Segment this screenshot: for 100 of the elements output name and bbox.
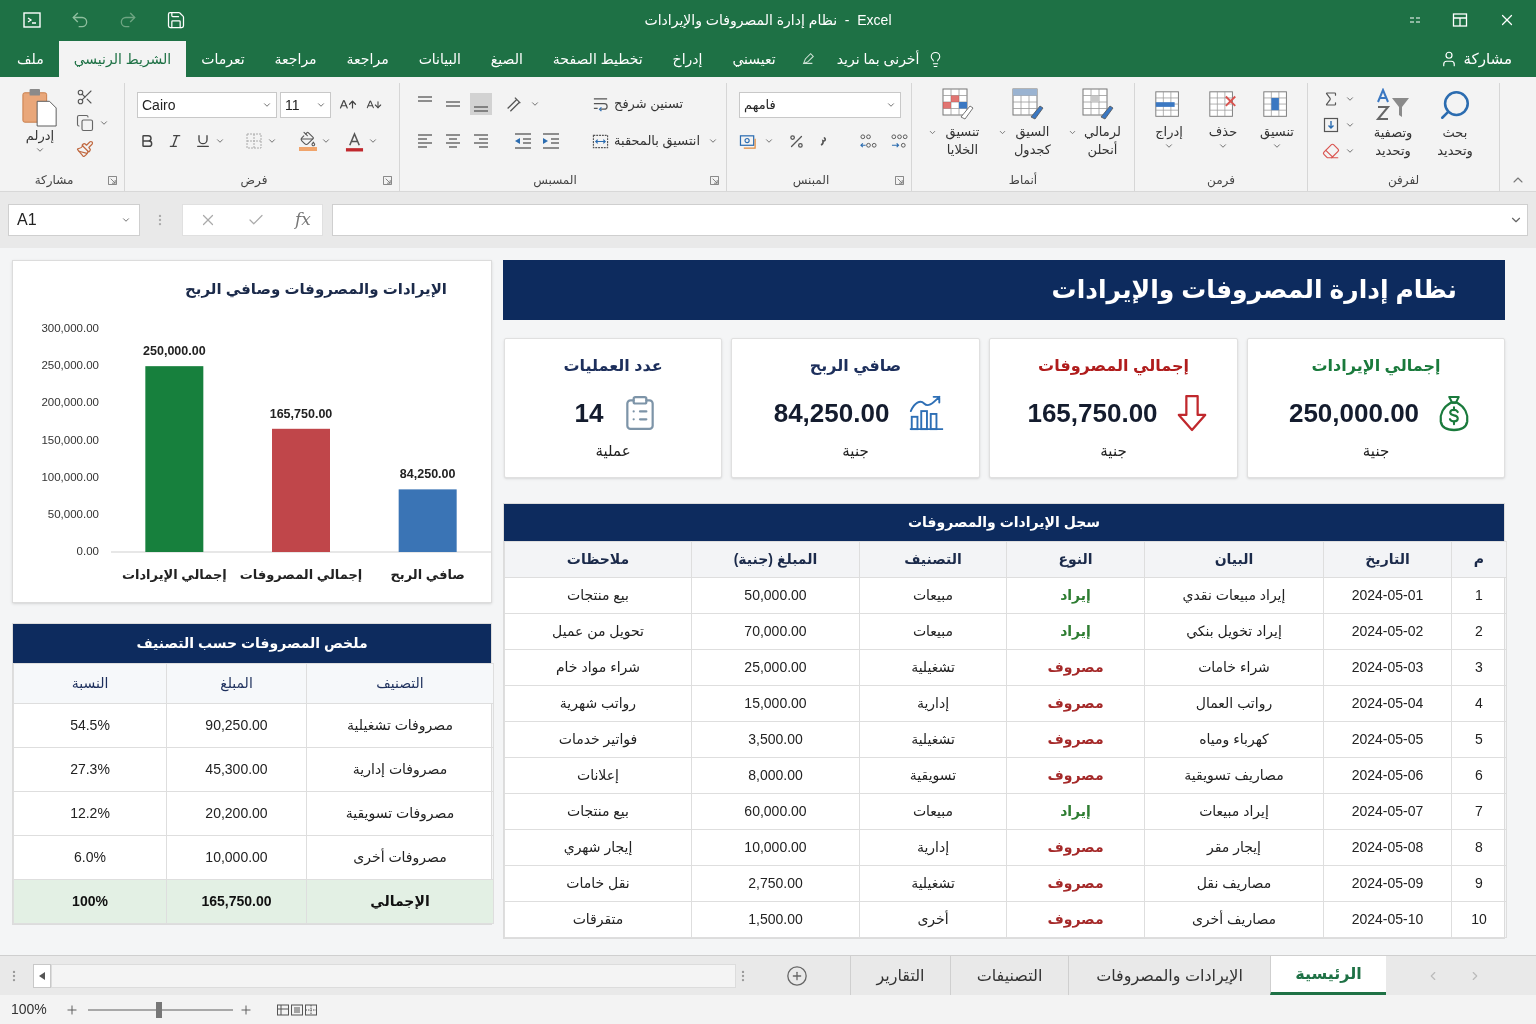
plus-icon[interactable] xyxy=(238,1002,253,1017)
eraser-icon[interactable] xyxy=(1322,142,1340,160)
cells-button[interactable]: إدراج xyxy=(1149,89,1189,151)
style-button[interactable]: السيق كجدول xyxy=(996,86,1058,159)
percent-icon[interactable] xyxy=(788,132,805,150)
decrease-decimal-icon[interactable] xyxy=(890,132,909,150)
caret-icon[interactable] xyxy=(262,100,272,110)
undo-icon[interactable] xyxy=(70,10,90,30)
slider-thumb[interactable] xyxy=(155,1001,162,1018)
table-cell: مصروف xyxy=(1006,757,1145,794)
caret-icon[interactable] xyxy=(215,136,225,146)
caret-icon[interactable] xyxy=(1164,141,1174,151)
font-name-dropdown[interactable]: Cairo xyxy=(137,92,277,118)
decrease-indent-icon[interactable] xyxy=(512,130,534,152)
table-cell: تحويل من عميل xyxy=(504,613,692,650)
table-cell: مصروف xyxy=(1006,721,1145,758)
increase-indent-icon[interactable] xyxy=(540,130,562,152)
dialog-launcher-icon[interactable] xyxy=(710,175,719,185)
paintbrush-icon[interactable] xyxy=(76,140,94,158)
fill-color-icon[interactable] xyxy=(299,131,317,151)
save-icon[interactable] xyxy=(166,10,186,30)
ribbon-tab[interactable]: البيانات xyxy=(403,41,476,77)
style-button[interactable]: لرمالي أنحلن xyxy=(1066,86,1128,159)
redo-icon[interactable] xyxy=(118,10,138,30)
ribbon-tab[interactable]: ملف xyxy=(2,41,59,77)
underline-icon[interactable] xyxy=(195,133,211,149)
bold-icon[interactable] xyxy=(139,133,155,149)
caret-icon[interactable] xyxy=(886,100,896,110)
wrap-text-button[interactable]: تسنين شرفح xyxy=(592,93,719,115)
font-size-dropdown[interactable]: 11 xyxy=(280,92,331,118)
caret-icon[interactable] xyxy=(927,128,937,137)
dialog-launcher-icon[interactable] xyxy=(383,175,392,185)
copy-icon[interactable] xyxy=(76,114,94,132)
caret-icon[interactable] xyxy=(267,136,277,146)
ribbon-tab[interactable]: مراجعة xyxy=(331,41,404,77)
share-button[interactable]: مشاركة xyxy=(1439,41,1536,77)
caret-icon[interactable] xyxy=(1067,128,1077,137)
merge-button[interactable]: انتسيق بالمحقبة xyxy=(592,131,701,151)
number-format-dropdown[interactable]: فامهم xyxy=(739,92,901,118)
paste-button[interactable]: إدرلم xyxy=(18,87,62,158)
plus-icon[interactable] xyxy=(64,1002,79,1017)
table-cell: 10,000.00 xyxy=(166,835,307,880)
ribbon-tab[interactable]: مراجعة xyxy=(259,41,332,77)
cells-button[interactable]: حذف xyxy=(1203,89,1243,151)
caret-icon[interactable] xyxy=(764,136,774,146)
tell-me-button[interactable]: أخرنى بما نريد xyxy=(836,41,945,77)
align-bottom-icon[interactable] xyxy=(470,93,492,115)
panel-icon[interactable] xyxy=(22,10,42,30)
caret-icon[interactable] xyxy=(35,145,45,155)
ribbon-tab[interactable]: تعيسني xyxy=(717,41,791,77)
insert-function-button[interactable]: fx xyxy=(295,207,311,233)
ribbon-tab[interactable]: إدراخ xyxy=(657,41,718,77)
page-layout-icon[interactable] xyxy=(290,1003,303,1016)
caret-icon[interactable] xyxy=(997,128,1007,137)
caret-icon[interactable] xyxy=(1345,94,1355,104)
caret-icon[interactable] xyxy=(530,99,540,109)
normal-view-icon[interactable] xyxy=(276,1003,289,1016)
scissors-icon[interactable] xyxy=(76,88,94,106)
scroll-left-button[interactable] xyxy=(33,963,51,988)
italic-icon[interactable] xyxy=(167,133,183,149)
ribbon-tab[interactable]: تعرمات xyxy=(186,41,260,77)
pen-icon[interactable] xyxy=(800,52,815,66)
caret-icon[interactable] xyxy=(1345,146,1355,156)
increase-decimal-icon[interactable] xyxy=(859,132,878,150)
caret-icon[interactable] xyxy=(121,215,131,225)
maximize-icon[interactable] xyxy=(1452,12,1468,28)
borders-icon[interactable] xyxy=(245,132,263,150)
caret-icon[interactable] xyxy=(321,136,331,146)
find-button[interactable]: بحث وتحديد xyxy=(1431,88,1479,160)
dialog-launcher-icon[interactable] xyxy=(108,175,117,185)
ribbon-tab[interactable]: الصيغ xyxy=(475,41,538,77)
table-cell: 45,300.00 xyxy=(166,747,307,792)
horizontal-scrollbar[interactable] xyxy=(51,963,736,988)
cells-button[interactable]: تنسيق xyxy=(1257,89,1297,151)
caret-icon[interactable] xyxy=(1218,141,1228,151)
caret-icon[interactable] xyxy=(708,136,719,146)
group-label: فرض xyxy=(240,172,268,188)
caret-icon[interactable] xyxy=(1345,120,1355,130)
ribbon-tab[interactable]: تخطيط الصفحة xyxy=(537,41,658,77)
table-cell: مصاريف تسويقية xyxy=(1144,757,1324,794)
caret-icon[interactable] xyxy=(368,136,378,146)
ribbon-tab[interactable]: الشريط الرنيسي xyxy=(58,41,187,77)
table-brush-icon xyxy=(1010,86,1044,120)
table-cell: 2024-05-04 xyxy=(1323,685,1452,722)
formula-input[interactable] xyxy=(332,204,1528,236)
column-header: النسبة xyxy=(13,663,167,704)
caret-icon[interactable] xyxy=(316,100,326,110)
add-sheet-icon[interactable] xyxy=(786,964,808,987)
font-color-icon[interactable] xyxy=(345,130,364,152)
comma-style-icon[interactable] xyxy=(819,134,827,148)
name-box[interactable]: A1 xyxy=(8,204,140,236)
page-break-icon[interactable] xyxy=(304,1003,317,1016)
caret-icon[interactable] xyxy=(99,118,109,128)
currency-icon[interactable] xyxy=(739,132,758,150)
sheet-tab[interactable]: الرئيسية xyxy=(1270,956,1386,995)
dialog-launcher-icon[interactable] xyxy=(895,175,904,185)
sort-filter-button[interactable]: وتصفية وتحديد xyxy=(1367,88,1419,160)
fill-down-icon[interactable] xyxy=(1322,116,1340,134)
caret-icon[interactable] xyxy=(1272,141,1282,151)
style-button[interactable]: تنسيق الخلايا xyxy=(926,86,988,159)
